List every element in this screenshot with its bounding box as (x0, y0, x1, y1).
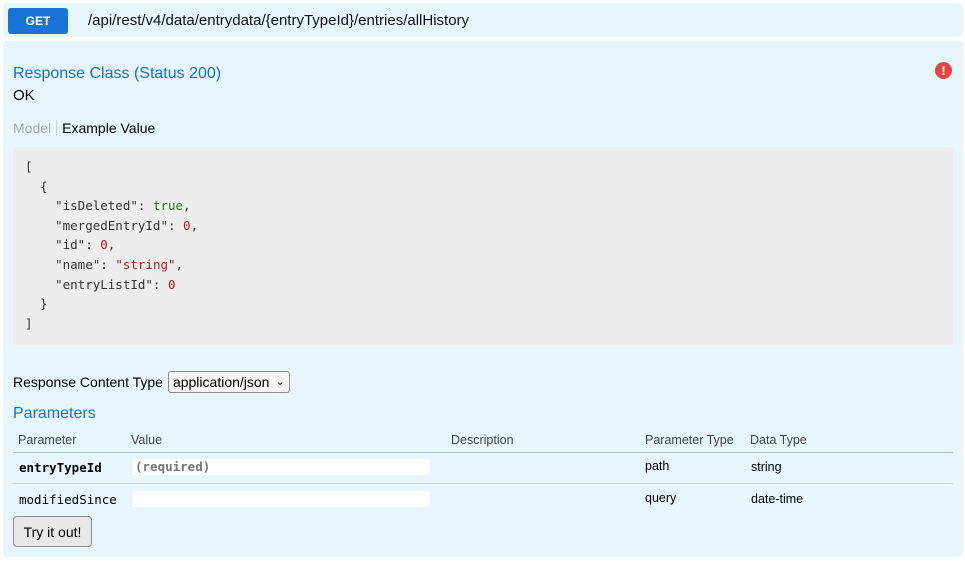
code-token: , (107, 237, 116, 253)
code-token: } (25, 296, 48, 312)
parameter-name: entryTypeId (19, 460, 102, 475)
response-status-text: OK (13, 87, 35, 104)
code-token: "mergedEntryId": (25, 217, 184, 233)
code-line: } (25, 294, 953, 314)
try-it-out-button[interactable]: Try it out! (13, 516, 92, 547)
example-json: [ { "isDeleted": true, "mergedEntryId": … (13, 147, 953, 333)
column-header-description: Description (451, 433, 514, 447)
code-line: { (25, 177, 953, 197)
error-icon[interactable]: ! (935, 62, 952, 79)
code-token: , (183, 198, 191, 214)
code-line: ] (25, 314, 953, 334)
parameter-name: modifiedSince (19, 492, 117, 507)
response-class-title: Response Class (Status 200) (13, 65, 222, 82)
response-content-type-label: Response Content Type (13, 374, 163, 390)
tab-example-value[interactable]: Example Value (57, 120, 155, 136)
code-token: ] (25, 315, 33, 331)
parameters-title: Parameters (13, 405, 96, 422)
chevron-down-icon: ⌄ (275, 376, 285, 388)
code-token: , (175, 256, 184, 272)
code-line: "isDeleted": true, (25, 196, 953, 216)
content-type-selected-value: application/json (172, 374, 270, 390)
parameters-table-header: Parameter Value Description Parameter Ty… (13, 431, 953, 453)
http-method-badge[interactable]: GET (8, 8, 68, 34)
operation-header[interactable]: GET /api/rest/v4/data/entrydata/{entryTy… (3, 3, 963, 37)
code-token: { (25, 178, 48, 194)
code-token: 0 (168, 276, 176, 292)
code-line: "entryListId": 0 (25, 275, 953, 295)
table-row: modifiedSince query date-time (13, 484, 953, 515)
code-token: "entryListId": (25, 276, 168, 292)
code-token: , (190, 217, 199, 233)
code-line: "name": "string", (25, 255, 953, 275)
code-line: [ (25, 157, 953, 177)
code-token: "name": (25, 256, 116, 272)
column-header-parameter-type: Parameter Type (645, 433, 734, 447)
content-type-select[interactable]: application/json ⌄ (167, 371, 290, 393)
parameter-data-type: date-time (751, 492, 804, 506)
code-line: "id": 0, (25, 235, 953, 255)
response-content-type: Response Content Type application/json ⌄ (13, 371, 290, 393)
code-token: "isDeleted": (25, 198, 153, 214)
code-token: 0 (100, 237, 108, 253)
code-token: "string" (115, 256, 176, 272)
modified-since-input[interactable] (131, 490, 431, 508)
parameter-data-type: string (751, 460, 782, 474)
code-token: 0 (183, 217, 191, 233)
response-tabs: Model Example Value (13, 120, 155, 136)
example-value-code: [ { "isDeleted": true, "mergedEntryId": … (13, 147, 953, 345)
parameter-type: path (645, 459, 670, 473)
column-header-parameter: Parameter (18, 433, 77, 447)
entry-type-id-input[interactable] (131, 458, 431, 476)
code-token: true (152, 198, 184, 214)
column-header-value: Value (131, 433, 163, 447)
code-token: [ (25, 159, 33, 174)
parameter-type: query (645, 491, 677, 505)
code-line: "mergedEntryId": 0, (25, 216, 953, 236)
code-token: "id": (25, 237, 101, 253)
tab-model[interactable]: Model (13, 120, 58, 136)
endpoint-path[interactable]: /api/rest/v4/data/entrydata/{entryTypeId… (88, 12, 469, 29)
column-header-data-type: Data Type (750, 433, 807, 447)
operation-body: Response Class (Status 200) OK ! Model E… (3, 41, 963, 557)
table-row: entryTypeId path string (13, 452, 953, 484)
